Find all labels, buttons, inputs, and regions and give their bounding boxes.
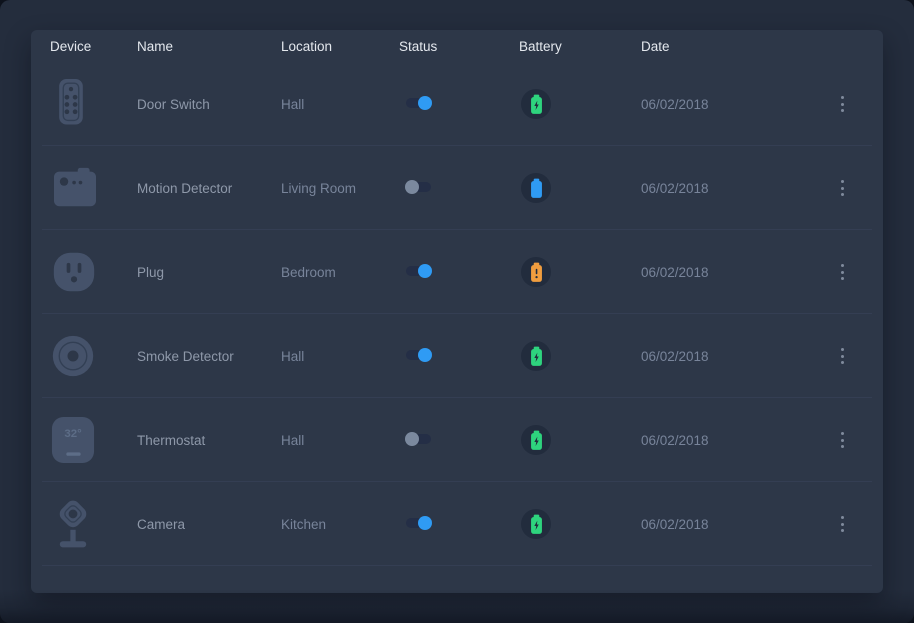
status-toggle[interactable]	[405, 96, 432, 110]
kebab-dot	[841, 523, 844, 526]
battery-full-icon	[521, 173, 551, 203]
toggle-knob	[405, 432, 419, 446]
column-header-device: Device	[31, 39, 137, 54]
status-toggle[interactable]	[405, 432, 432, 446]
device-date: 06/02/2018	[641, 517, 801, 532]
toggle-knob	[418, 516, 432, 530]
kebab-dot	[841, 109, 844, 112]
kebab-dot	[841, 439, 844, 442]
column-header-date: Date	[641, 39, 801, 54]
row-menu-button[interactable]	[835, 427, 850, 454]
column-header-location: Location	[281, 39, 399, 54]
device-table: Device Name Location Status Battery Date…	[31, 30, 883, 593]
svg-text:32°: 32°	[64, 428, 82, 440]
battery-charging-icon	[521, 89, 551, 119]
kebab-dot	[841, 264, 844, 267]
table-row: Plug Bedroom 06/02/2018	[31, 230, 883, 314]
device-name: Camera	[137, 517, 281, 532]
device-location: Bedroom	[281, 265, 399, 280]
toggle-knob	[405, 180, 419, 194]
battery-charging-icon	[521, 341, 551, 371]
row-menu-button[interactable]	[835, 511, 850, 538]
battery-low-icon	[521, 257, 551, 287]
device-name: Plug	[137, 265, 281, 280]
device-location: Hall	[281, 349, 399, 364]
app-background: Device Name Location Status Battery Date…	[0, 0, 914, 623]
status-toggle[interactable]	[405, 264, 432, 278]
table-header: Device Name Location Status Battery Date	[31, 30, 883, 62]
column-header-battery: Battery	[519, 39, 641, 54]
toggle-knob	[418, 264, 432, 278]
column-header-status: Status	[399, 39, 519, 54]
table-row: Camera Kitchen 06/02/2018	[31, 482, 883, 566]
row-menu-button[interactable]	[835, 175, 850, 202]
plug-icon	[51, 250, 97, 294]
kebab-dot	[841, 361, 844, 364]
kebab-dot	[841, 187, 844, 190]
device-location: Living Room	[281, 181, 399, 196]
camera-icon	[51, 497, 95, 552]
smoke-detector-icon	[51, 334, 95, 378]
kebab-dot	[841, 529, 844, 532]
device-date: 06/02/2018	[641, 181, 801, 196]
device-date: 06/02/2018	[641, 349, 801, 364]
kebab-dot	[841, 445, 844, 448]
status-toggle[interactable]	[405, 516, 432, 530]
kebab-dot	[841, 348, 844, 351]
table-row: Smoke Detector Hall 06/02/2018	[31, 314, 883, 398]
table-row: Motion Detector Living Room 06/02/2018	[31, 146, 883, 230]
battery-charging-icon	[521, 425, 551, 455]
device-location: Hall	[281, 97, 399, 112]
toggle-knob	[418, 348, 432, 362]
status-toggle[interactable]	[405, 348, 432, 362]
device-date: 06/02/2018	[641, 433, 801, 448]
door-switch-icon	[51, 78, 91, 131]
column-header-name: Name	[137, 39, 281, 54]
kebab-dot	[841, 277, 844, 280]
device-name: Thermostat	[137, 433, 281, 448]
bottom-shadow	[0, 589, 914, 623]
motion-detector-icon	[51, 167, 99, 209]
device-location: Hall	[281, 433, 399, 448]
toggle-knob	[418, 96, 432, 110]
device-date: 06/02/2018	[641, 265, 801, 280]
kebab-dot	[841, 432, 844, 435]
device-name: Smoke Detector	[137, 349, 281, 364]
status-toggle[interactable]	[405, 180, 432, 194]
row-menu-button[interactable]	[835, 259, 850, 286]
kebab-dot	[841, 103, 844, 106]
thermostat-icon: 32°	[51, 416, 95, 464]
device-location: Kitchen	[281, 517, 399, 532]
row-menu-button[interactable]	[835, 343, 850, 370]
table-body: Door Switch Hall 06/02/2018 Motion Detec…	[31, 62, 883, 566]
kebab-dot	[841, 271, 844, 274]
device-name: Door Switch	[137, 97, 281, 112]
row-menu-button[interactable]	[835, 91, 850, 118]
table-row: Door Switch Hall 06/02/2018	[31, 62, 883, 146]
battery-charging-icon	[521, 509, 551, 539]
kebab-dot	[841, 516, 844, 519]
device-date: 06/02/2018	[641, 97, 801, 112]
kebab-dot	[841, 180, 844, 183]
kebab-dot	[841, 96, 844, 99]
device-name: Motion Detector	[137, 181, 281, 196]
kebab-dot	[841, 355, 844, 358]
table-row: 32° Thermostat Hall 06/02/2018	[31, 398, 883, 482]
kebab-dot	[841, 193, 844, 196]
